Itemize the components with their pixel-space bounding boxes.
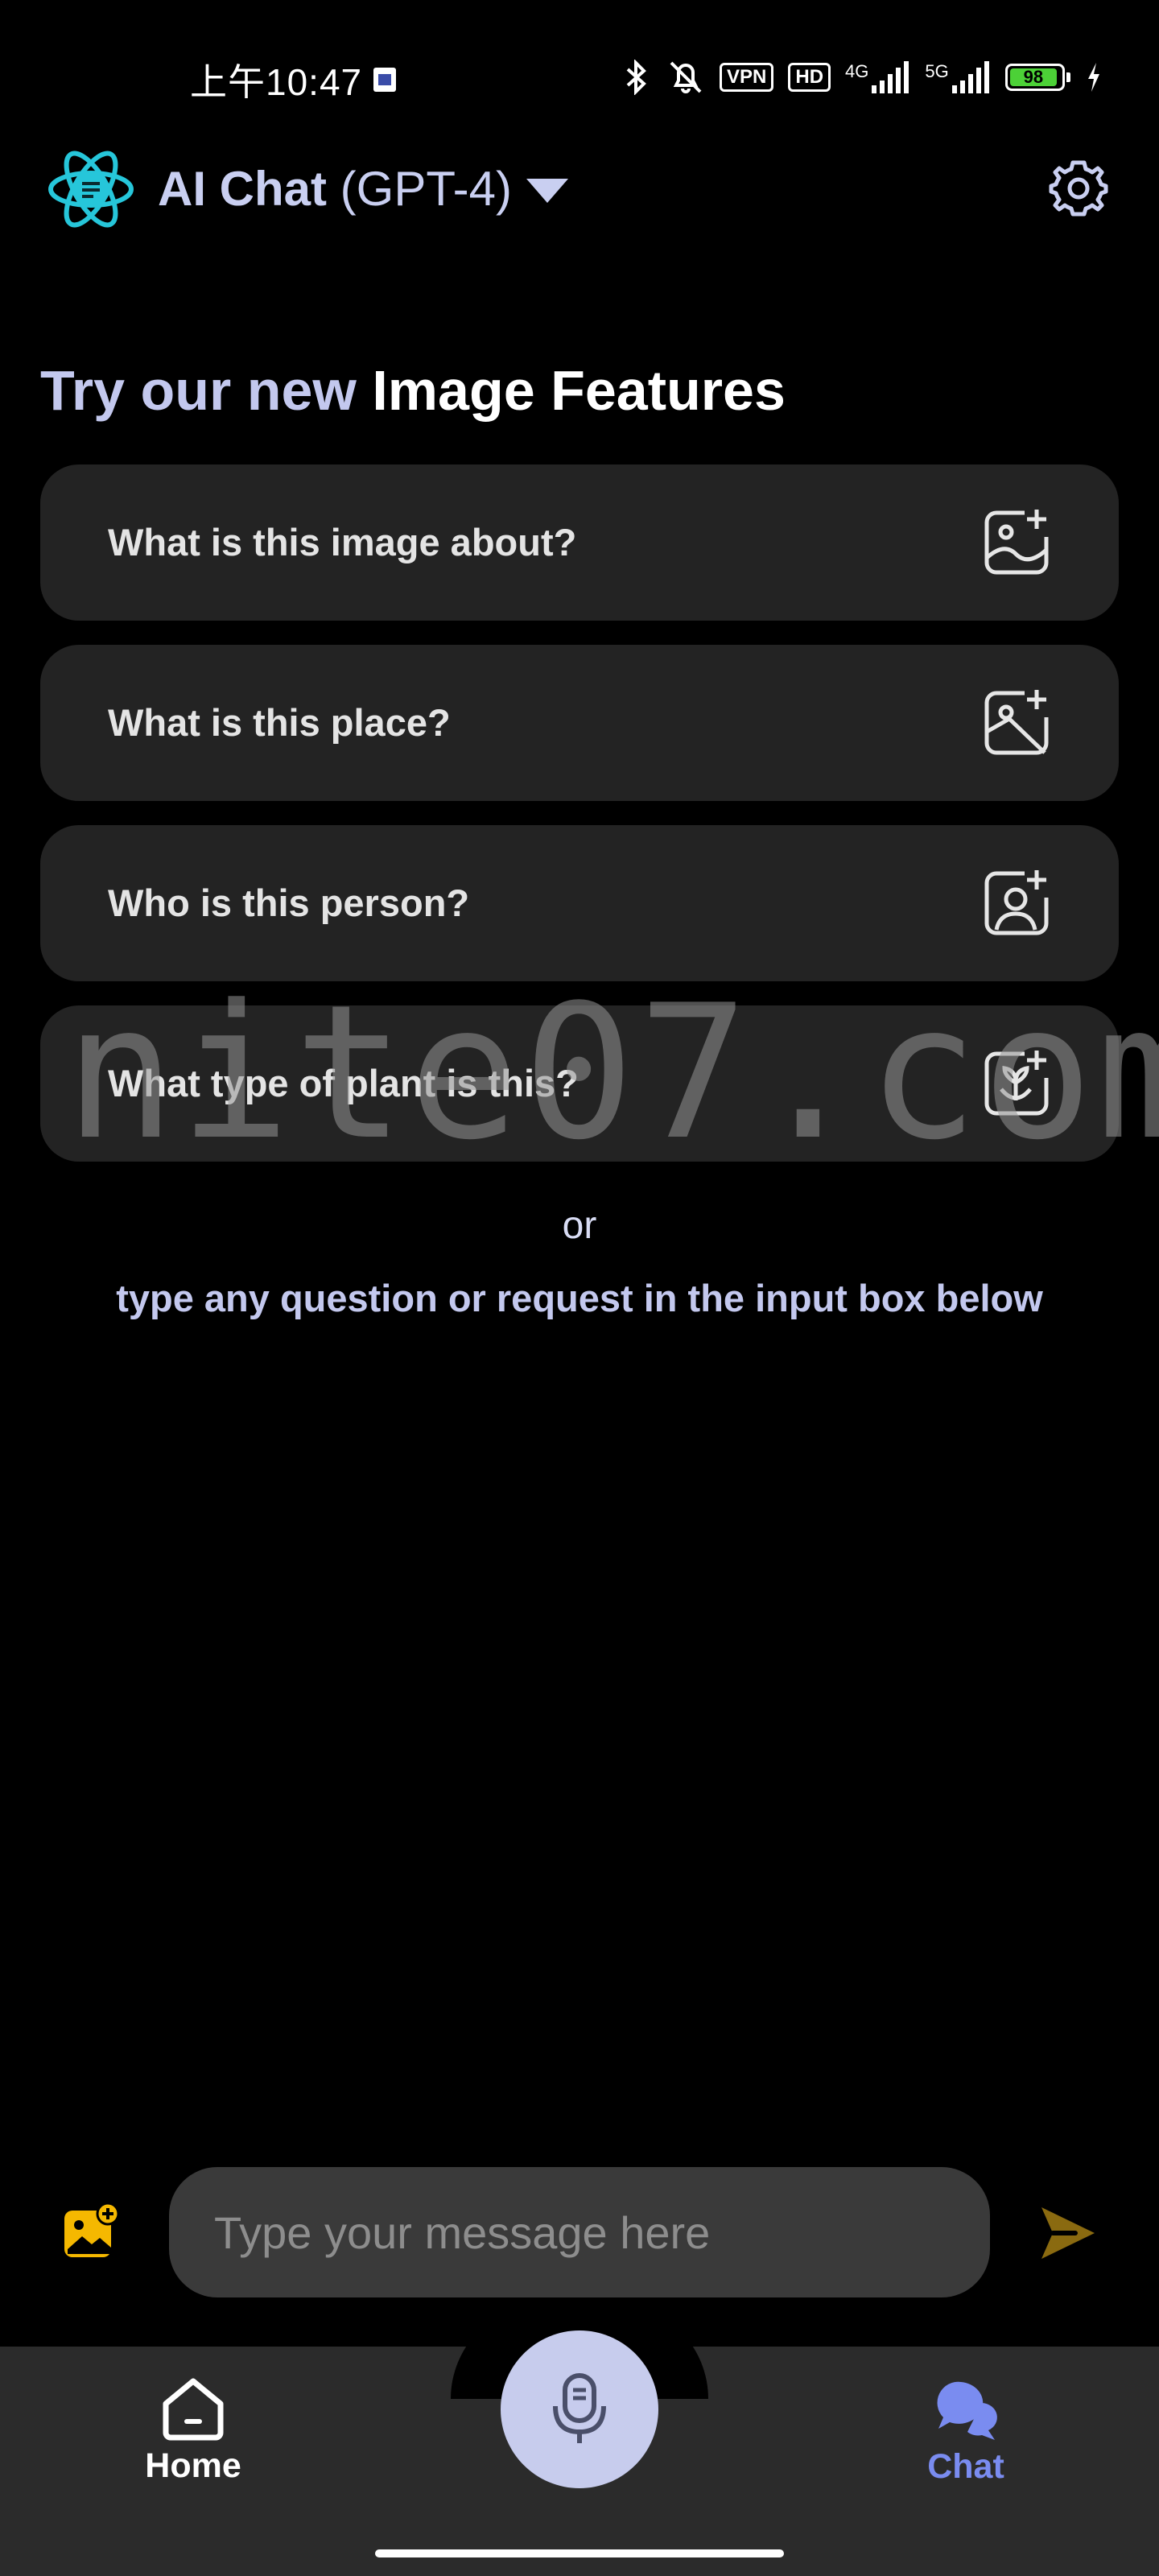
nav-item-home[interactable]: Home bbox=[97, 2375, 290, 2486]
nav-item-chat[interactable]: Chat bbox=[869, 2379, 1062, 2487]
send-icon[interactable] bbox=[1038, 2204, 1096, 2262]
vpn-badge: VPN bbox=[720, 63, 774, 92]
location-image-icon bbox=[984, 690, 1049, 755]
image-add-icon bbox=[984, 510, 1049, 575]
section-title-light: Try our new bbox=[40, 359, 357, 422]
card-label: What is this place? bbox=[108, 701, 451, 744]
nav-label-home: Home bbox=[145, 2446, 241, 2485]
nav-label-chat: Chat bbox=[927, 2447, 1004, 2486]
network-type-label: 4G bbox=[845, 61, 869, 81]
home-icon bbox=[163, 2378, 224, 2441]
voice-button[interactable] bbox=[501, 2330, 658, 2488]
battery-level: 98 bbox=[1009, 68, 1058, 86]
signal-4g-icon: 4G bbox=[845, 61, 910, 93]
feature-card-image-about[interactable]: What is this image about? bbox=[40, 464, 1119, 621]
network-type-label-2: 5G bbox=[925, 61, 949, 81]
model-dropdown-icon[interactable] bbox=[525, 177, 570, 204]
app-logo-icon bbox=[48, 151, 134, 228]
input-hint: type any question or request in the inpu… bbox=[116, 1277, 1043, 1319]
microphone-icon bbox=[553, 2373, 606, 2443]
signal-5g-icon: 5G bbox=[925, 61, 990, 93]
section-title-white: Image Features bbox=[372, 359, 786, 422]
app-title[interactable]: AI Chat (GPT-4) bbox=[158, 161, 512, 217]
charging-icon bbox=[1087, 63, 1099, 92]
add-image-button-icon[interactable] bbox=[61, 2202, 121, 2262]
hd-badge: HD bbox=[788, 63, 831, 92]
card-label: Who is this person? bbox=[108, 881, 470, 924]
sim-card-icon bbox=[373, 68, 396, 92]
settings-gear-icon[interactable] bbox=[1048, 158, 1109, 219]
battery-icon: 98 bbox=[1004, 64, 1070, 91]
watermark: nite07.com bbox=[64, 966, 1159, 1181]
chat-bubbles-icon bbox=[937, 2381, 997, 2440]
home-indicator[interactable] bbox=[375, 2549, 784, 2557]
status-icons: VPN HD 4G 5G 98 bbox=[620, 58, 1103, 97]
card-label: What is this image about? bbox=[108, 521, 577, 564]
app-title-name: AI Chat bbox=[158, 162, 327, 216]
section-title: Try our new Image Features bbox=[40, 358, 786, 423]
person-add-icon bbox=[984, 870, 1049, 935]
message-input[interactable] bbox=[169, 2167, 990, 2297]
bluetooth-icon bbox=[626, 60, 646, 95]
feature-card-person[interactable]: Who is this person? bbox=[40, 825, 1119, 981]
status-time: 上午10:47 bbox=[190, 61, 363, 103]
message-input-container[interactable] bbox=[169, 2167, 990, 2297]
or-separator: or bbox=[562, 1204, 597, 1247]
feature-card-place[interactable]: What is this place? bbox=[40, 645, 1119, 801]
bell-muted-icon bbox=[670, 61, 702, 93]
model-name: (GPT-4) bbox=[340, 162, 513, 216]
